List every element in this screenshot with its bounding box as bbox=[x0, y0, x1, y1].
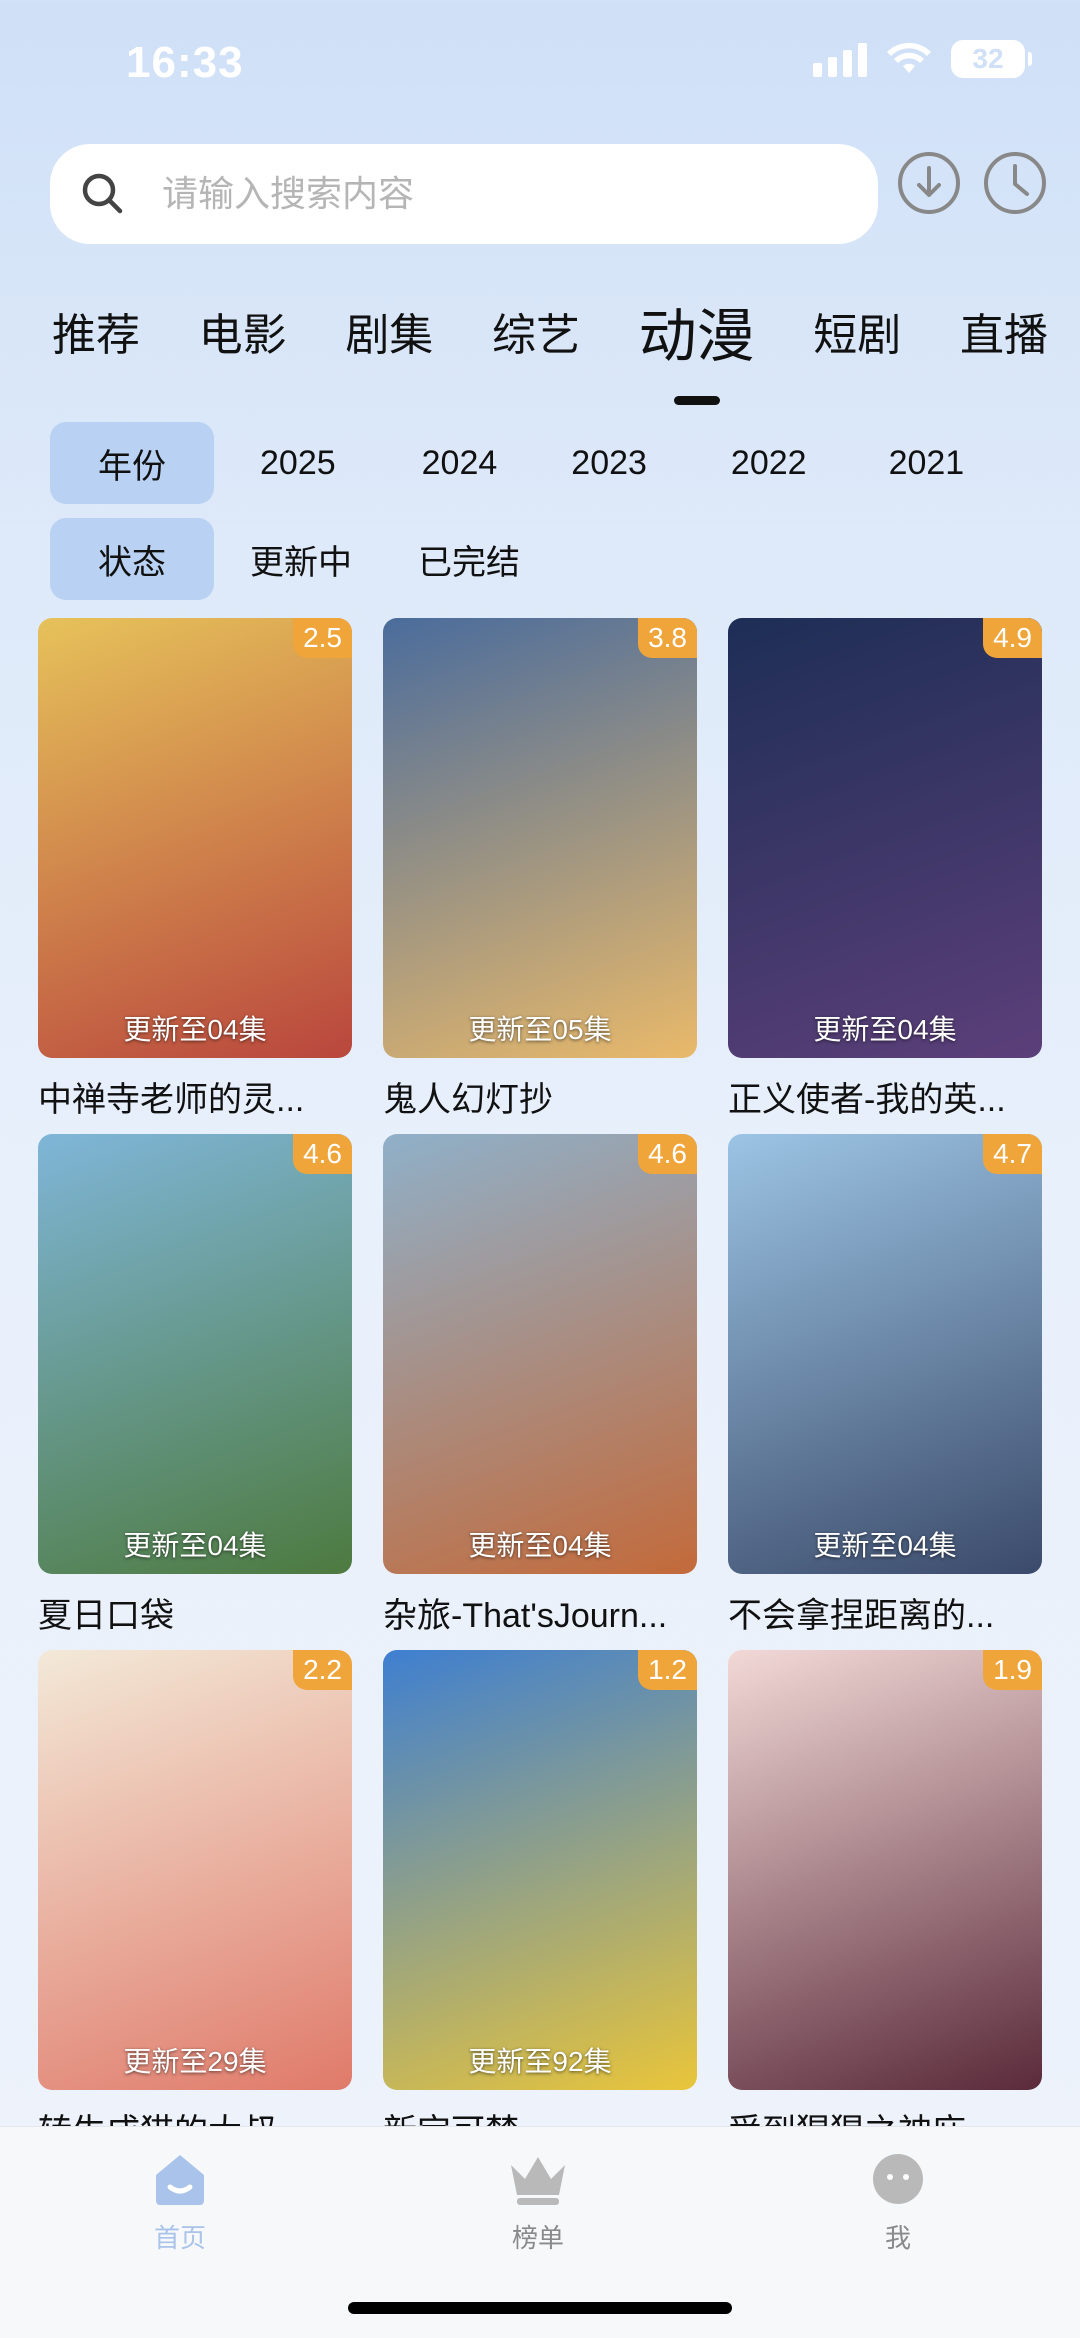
nav-home[interactable]: 首页 bbox=[100, 2151, 260, 2255]
anime-card[interactable]: 4.9 更新至04集 正义使者-我的英... bbox=[728, 618, 1042, 1134]
poster-image[interactable]: 4.7 更新至04集 bbox=[728, 1134, 1042, 1574]
search-bar[interactable] bbox=[50, 144, 878, 244]
status-filter-option[interactable]: 已完结 bbox=[418, 518, 520, 600]
score-badge: 4.7 bbox=[983, 1134, 1042, 1174]
anime-card[interactable]: 4.6 更新至04集 夏日口袋 bbox=[38, 1134, 352, 1650]
poster-image[interactable]: 2.5 更新至04集 bbox=[38, 618, 352, 1058]
anime-title[interactable]: 正义使者-我的英... bbox=[728, 1072, 1042, 1121]
tab-series[interactable]: 剧集 bbox=[333, 292, 445, 370]
anime-title[interactable]: 不会拿捏距离的... bbox=[728, 1588, 1042, 1637]
update-status: 更新至04集 bbox=[123, 1014, 267, 1045]
status-filter-row: 状态 更新中 已完结 bbox=[50, 518, 520, 600]
search-input[interactable] bbox=[160, 172, 764, 216]
signal-icon bbox=[813, 41, 867, 77]
update-status: 更新至29集 bbox=[123, 2046, 267, 2077]
anime-title[interactable]: 杂旅-That'sJourn... bbox=[383, 1588, 697, 1637]
anime-card[interactable]: 4.7 更新至04集 不会拿捏距离的... bbox=[728, 1134, 1042, 1650]
home-icon bbox=[156, 2155, 204, 2205]
status-filter-option[interactable]: 更新中 bbox=[250, 518, 352, 600]
poster-image[interactable]: 4.6 更新至04集 bbox=[383, 1134, 697, 1574]
clock-icon[interactable] bbox=[982, 150, 1048, 216]
score-badge: 1.9 bbox=[983, 1650, 1042, 1690]
year-filter-option[interactable]: 2025 bbox=[260, 422, 336, 504]
tab-recommend[interactable]: 推荐 bbox=[40, 292, 152, 370]
anime-title[interactable]: 中禅寺老师的灵... bbox=[38, 1072, 352, 1121]
score-badge: 2.5 bbox=[293, 618, 352, 658]
tab-variety[interactable]: 综艺 bbox=[480, 292, 592, 370]
update-status: 更新至04集 bbox=[813, 1014, 957, 1045]
anime-card[interactable]: 1.9 受到猩猩之神庇... bbox=[728, 1650, 1042, 2166]
poster-image[interactable]: 4.6 更新至04集 bbox=[38, 1134, 352, 1574]
score-badge: 4.6 bbox=[293, 1134, 352, 1174]
update-status: 更新至04集 bbox=[813, 1530, 957, 1561]
year-filter-option[interactable]: 2022 bbox=[731, 422, 807, 504]
year-filter-option[interactable]: 2023 bbox=[571, 422, 647, 504]
year-filter-option[interactable]: 2024 bbox=[422, 422, 498, 504]
anime-title[interactable]: 夏日口袋 bbox=[38, 1588, 352, 1637]
tab-short-drama[interactable]: 短剧 bbox=[801, 292, 913, 370]
download-circle-icon[interactable] bbox=[896, 150, 962, 216]
anime-card[interactable]: 1.2 更新至92集 新宝可梦 bbox=[383, 1650, 697, 2166]
active-tab-indicator bbox=[674, 396, 720, 405]
anime-grid: 2.5 更新至04集 中禅寺老师的灵... 3.8 更新至05集 鬼人幻灯抄 4… bbox=[38, 618, 1042, 2166]
anime-card[interactable]: 2.2 更新至29集 转生成猫的大叔 bbox=[38, 1650, 352, 2166]
score-badge: 4.9 bbox=[983, 618, 1042, 658]
year-filter-option[interactable]: 2021 bbox=[889, 422, 965, 504]
tab-movie[interactable]: 电影 bbox=[187, 292, 299, 370]
score-badge: 3.8 bbox=[638, 618, 697, 658]
update-status: 更新至05集 bbox=[468, 1014, 612, 1045]
status-time: 16:33 bbox=[126, 38, 244, 87]
nav-rank-label: 榜单 bbox=[511, 2223, 564, 2253]
status-icons: 32 bbox=[813, 40, 1032, 78]
update-status: 更新至04集 bbox=[123, 1530, 267, 1561]
nav-profile-label: 我 bbox=[884, 2223, 911, 2253]
nav-rank[interactable]: 榜单 bbox=[458, 2151, 618, 2255]
score-badge: 2.2 bbox=[293, 1650, 352, 1690]
poster-image[interactable]: 3.8 更新至05集 bbox=[383, 618, 697, 1058]
update-status: 更新至92集 bbox=[468, 2046, 612, 2077]
tab-anime[interactable]: 动漫 bbox=[627, 292, 767, 370]
tab-live[interactable]: 直播 bbox=[948, 292, 1060, 370]
score-badge: 4.6 bbox=[638, 1134, 697, 1174]
wifi-icon bbox=[887, 42, 931, 73]
category-tabs: 推荐 电影 剧集 综艺 动漫 短剧 直播 bbox=[40, 292, 1060, 370]
anime-card[interactable]: 3.8 更新至05集 鬼人幻灯抄 bbox=[383, 618, 697, 1134]
year-filter-row: 年份 2025 2024 2023 2022 2021 bbox=[50, 422, 964, 504]
year-filter-label[interactable]: 年份 bbox=[50, 422, 214, 504]
anime-title[interactable]: 鬼人幻灯抄 bbox=[383, 1072, 697, 1121]
profile-icon bbox=[873, 2154, 923, 2204]
search-icon bbox=[82, 173, 123, 214]
poster-image[interactable]: 1.9 bbox=[728, 1650, 1042, 2090]
status-filter-label[interactable]: 状态 bbox=[50, 518, 214, 600]
nav-profile[interactable]: 我 bbox=[818, 2151, 978, 2255]
score-badge: 1.2 bbox=[638, 1650, 697, 1690]
poster-image[interactable]: 4.9 更新至04集 bbox=[728, 618, 1042, 1058]
anime-card[interactable]: 2.5 更新至04集 中禅寺老师的灵... bbox=[38, 618, 352, 1134]
poster-image[interactable]: 1.2 更新至92集 bbox=[383, 1650, 697, 2090]
nav-home-label: 首页 bbox=[153, 2223, 206, 2253]
battery-icon: 32 bbox=[951, 40, 1032, 78]
home-indicator bbox=[348, 2302, 732, 2314]
poster-image[interactable]: 2.2 更新至29集 bbox=[38, 1650, 352, 2090]
anime-card[interactable]: 4.6 更新至04集 杂旅-That'sJourn... bbox=[383, 1134, 697, 1650]
crown-icon bbox=[511, 2157, 565, 2205]
update-status: 更新至04集 bbox=[468, 1530, 612, 1561]
